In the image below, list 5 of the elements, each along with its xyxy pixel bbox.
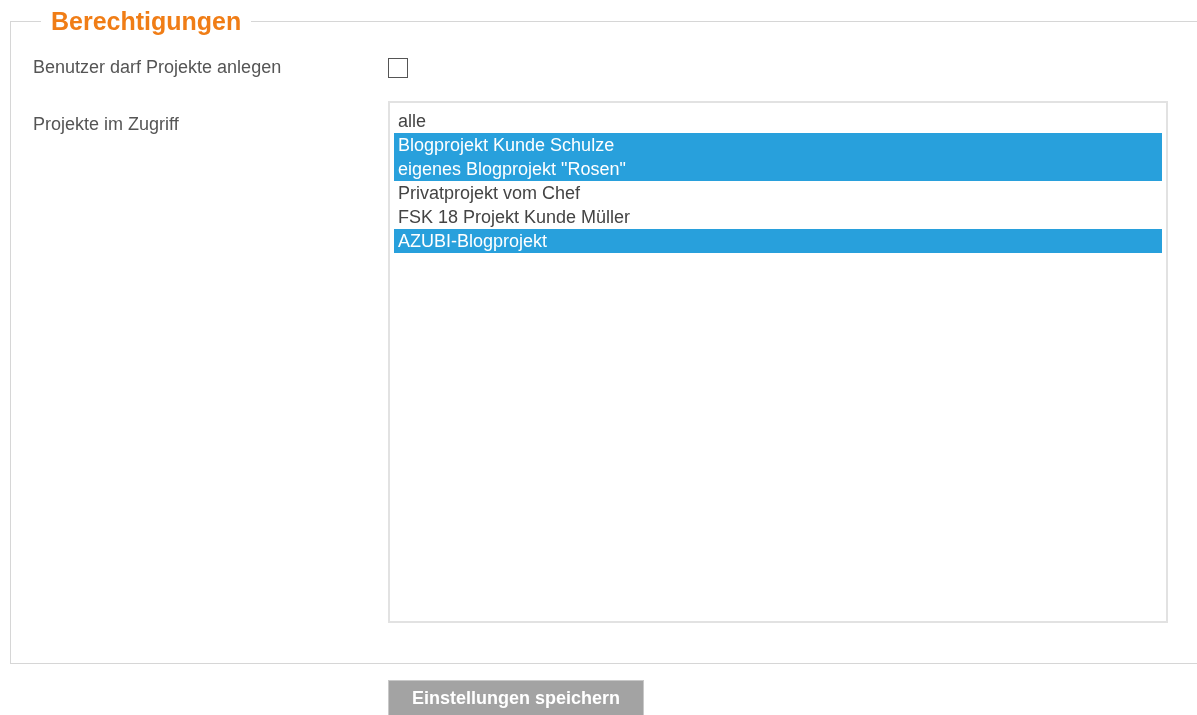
- field-label: Benutzer darf Projekte anlegen: [33, 56, 283, 79]
- project-listbox[interactable]: alle Blogprojekt Kunde Schulze eigenes Blogprojekt "Rosen" Privatprojekt vom Chef FSK 18 Projekt Kunde Müller AZUBI-Blogprojekt: [388, 101, 1168, 623]
- field-label: Projekte im Zugriff: [33, 113, 180, 136]
- section-title: Berechtigungen: [50, 6, 243, 36]
- checkbox[interactable]: [388, 57, 408, 78]
